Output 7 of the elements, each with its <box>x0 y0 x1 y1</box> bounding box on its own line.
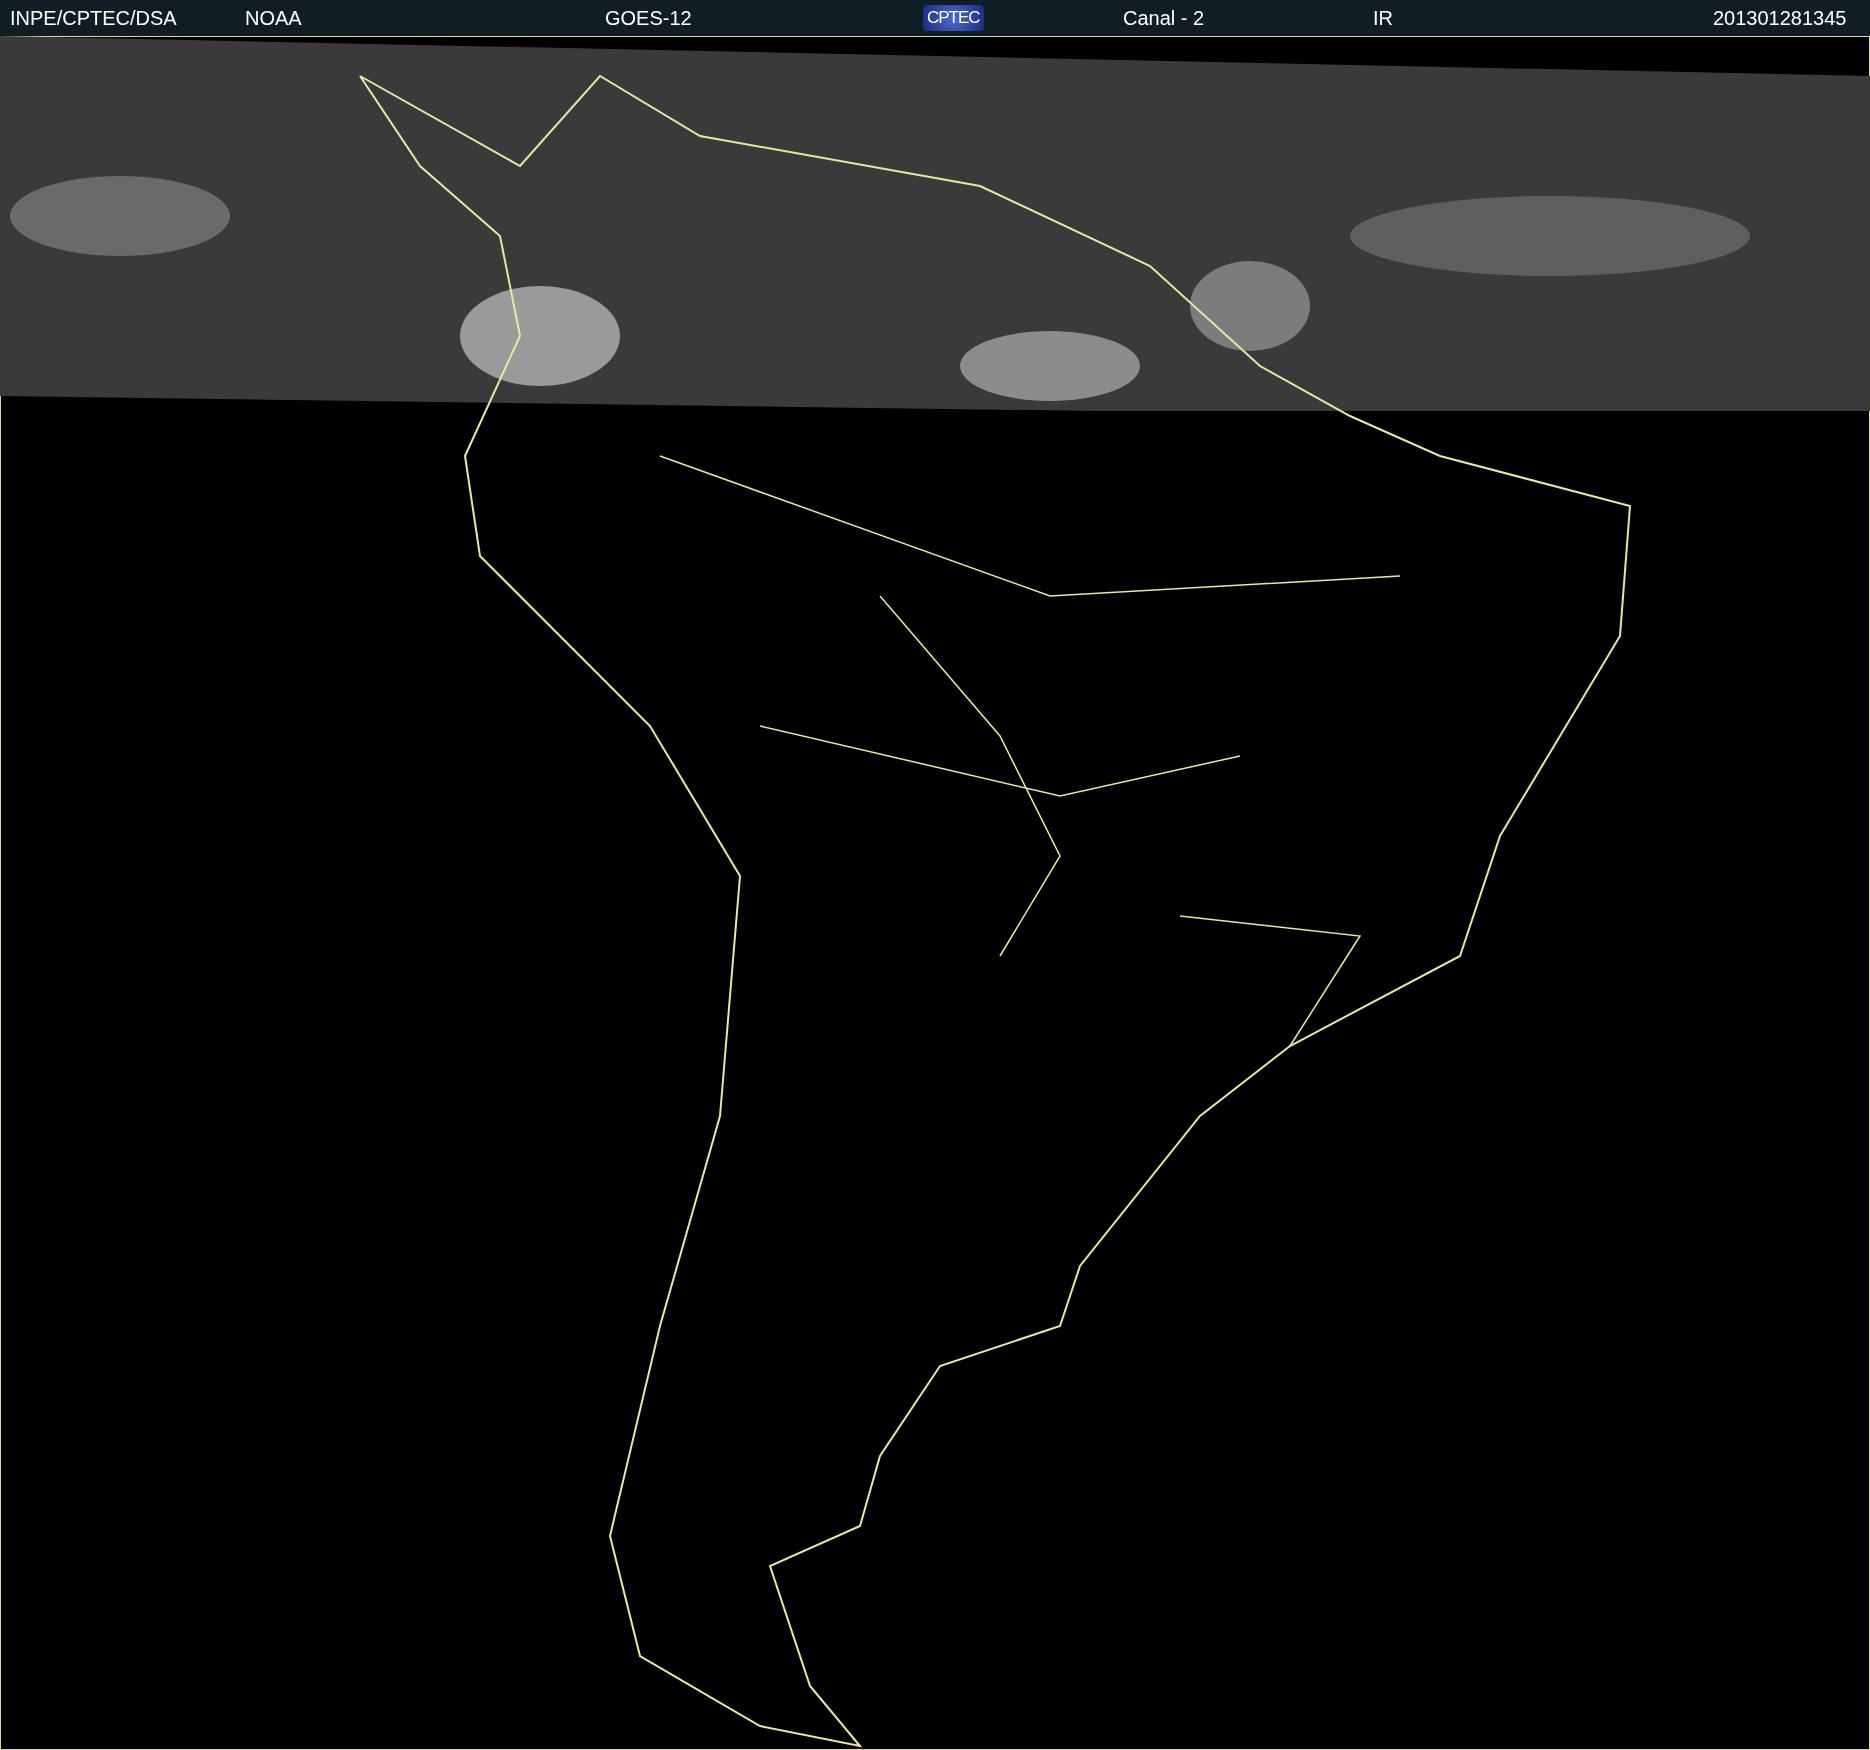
source-label: INPE/CPTEC/DSA <box>10 6 177 30</box>
logo: CPTEC <box>923 5 984 31</box>
agency-label: NOAA <box>245 6 302 30</box>
satellite-label: GOES-12 <box>605 6 692 30</box>
band-label: IR <box>1373 6 1393 30</box>
timestamp-label: 201301281345 <box>1713 6 1848 30</box>
channel-label: Canal - 2 <box>1123 6 1205 30</box>
